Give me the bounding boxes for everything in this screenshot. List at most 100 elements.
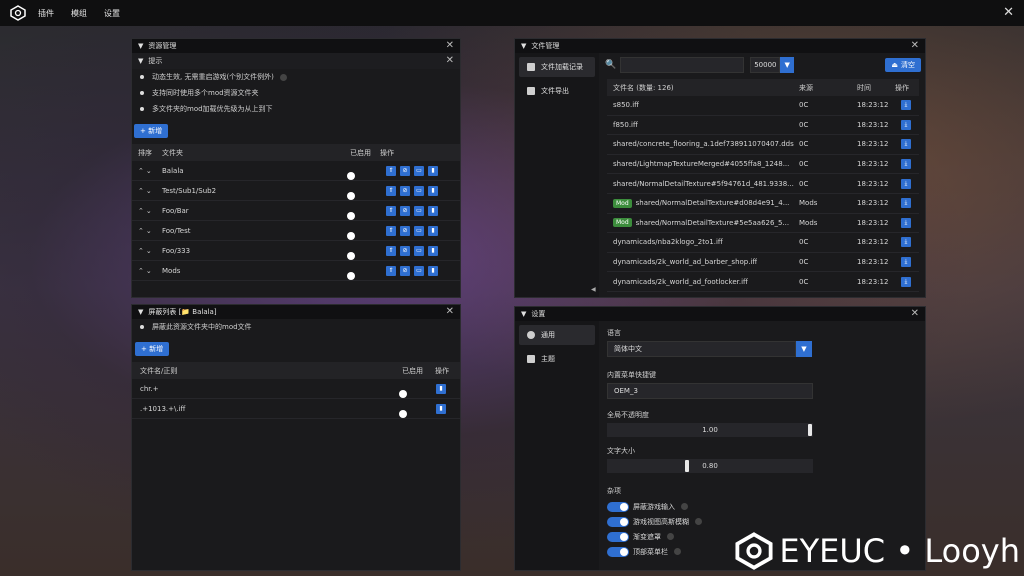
menu-bar: 插件 模组 设置 ✕ [0,0,1024,26]
folder-icon[interactable]: ▭ [414,185,424,196]
option-toggle[interactable] [607,546,629,557]
collapse-icon[interactable]: ▼ [521,42,526,50]
font-size-slider[interactable]: 0.80 [607,459,813,473]
folder-name: Foo/Bar [162,206,189,215]
export-icon[interactable]: ⤓ [901,178,911,189]
export-icon[interactable]: ⤓ [901,276,911,287]
close-icon[interactable]: ✕ [1003,6,1014,19]
export-icon[interactable]: ⤓ [901,100,911,111]
export-icon[interactable]: ⤓ [901,159,911,170]
folder-icon[interactable]: ▭ [414,205,424,216]
table-row: shared/LightmapTextureMerged#4055ffa8_12… [607,155,919,175]
file-source: Mods [799,218,818,227]
eye-off-icon[interactable]: ⊘ [400,265,410,276]
export-icon[interactable]: ⤓ [901,139,911,150]
export-icon[interactable]: ⤓ [901,119,911,130]
folder-icon[interactable]: ▭ [414,245,424,256]
trash-icon[interactable]: ▮ [428,185,438,196]
eye-off-icon[interactable]: ⊘ [400,245,410,256]
eye-off-icon[interactable]: ⊘ [400,185,410,196]
folder-icon[interactable]: ▭ [414,265,424,276]
sort-arrows-icon[interactable]: ⌃⌄ [132,247,162,255]
language-select[interactable]: 简体中文 [607,341,796,357]
collapse-icon[interactable]: ▼ [521,310,526,318]
file-panel-title[interactable]: ▼ 文件管理 [515,39,925,53]
sort-arrows-icon[interactable]: ⌃⌄ [132,187,162,195]
misc-label: 杂项 [607,487,621,495]
sort-arrows-icon[interactable]: ⌃⌄ [132,167,162,175]
opacity-slider[interactable]: 1.00 [607,423,813,437]
resource-panel-title[interactable]: ▼ 资源管理 [132,39,460,53]
trash-icon[interactable]: ▮ [428,205,438,216]
trash-icon[interactable]: ▮ [436,403,446,414]
up-icon[interactable]: ⇑ [386,185,396,196]
row-actions: ⤓ [895,178,917,189]
up-icon[interactable]: ⇑ [386,225,396,236]
up-icon[interactable]: ⇑ [386,165,396,176]
chevron-down-icon[interactable]: ▼ [780,57,795,73]
option-toggle[interactable] [607,531,629,542]
menu-mods[interactable]: 模组 [71,8,87,19]
clear-button[interactable]: ⏏ 清空 [885,58,921,72]
eye-off-icon[interactable]: ⊘ [400,205,410,216]
up-icon[interactable]: ⇑ [386,205,396,216]
add-folder-button[interactable]: + 新增 [134,124,169,138]
tips-header[interactable]: ▼ 提示 ✕ [132,53,460,69]
trash-icon[interactable]: ▮ [428,165,438,176]
list-icon [527,63,535,71]
export-icon[interactable]: ⤓ [901,257,911,268]
table-row: dynamicads/nba2klogo_2to1.iff 0C 18:23:12 ⤓ [607,233,919,253]
slider-handle[interactable] [808,424,812,436]
up-icon[interactable]: ⇑ [386,245,396,256]
close-icon[interactable]: ✕ [446,306,454,317]
folder-icon[interactable]: ▭ [414,225,424,236]
collapse-icon[interactable]: ▼ [138,42,143,50]
trash-icon[interactable]: ▮ [428,265,438,276]
sort-arrows-icon[interactable]: ⌃⌄ [132,227,162,235]
export-icon[interactable]: ⤓ [901,217,911,228]
row-actions: ⤓ [895,100,917,111]
menu-settings[interactable]: 设置 [104,8,120,19]
limit-input[interactable]: 50000 [750,57,781,73]
file-source: 0C [799,160,809,169]
menu-plugins[interactable]: 插件 [38,8,54,19]
sidebar-item-load-log[interactable]: 文件加载记录 [519,57,595,77]
up-icon[interactable]: ⇑ [386,265,396,276]
close-icon[interactable]: ✕ [446,55,454,66]
sidebar-item-theme[interactable]: 主题 [519,349,595,369]
sidebar-item-general[interactable]: 通用 [519,325,595,345]
search-input[interactable] [620,57,745,73]
collapse-icon[interactable]: ▼ [138,308,143,316]
sort-arrows-icon[interactable]: ⌃⌄ [132,207,162,215]
sort-arrows-icon[interactable]: ⌃⌄ [132,267,162,275]
option-toggle[interactable] [607,501,629,512]
block-list-title[interactable]: ▼ 屏蔽列表 [📁 Balala] [132,305,460,319]
sidebar-item-export[interactable]: 文件导出 [519,81,595,101]
option-label: 顶部菜单栏 [633,547,668,556]
settings-panel-title[interactable]: ▼ 设置 [515,307,925,321]
option-toggle[interactable] [607,516,629,527]
file-name-cell: shared/LightmapTextureMerged#4055ffa8_12… [607,160,795,168]
hotkey-field[interactable]: OEM_3 [607,383,813,399]
export-icon[interactable]: ⤓ [901,237,911,248]
folder-name: Mods [162,266,181,275]
trash-icon[interactable]: ▮ [436,383,446,394]
close-icon[interactable]: ✕ [911,40,919,51]
collapse-icon[interactable]: ▼ [138,57,143,65]
file-name-cell: Mod shared/NormalDetailTexture#5e5aa626_5… [607,218,795,228]
add-rule-button[interactable]: + 新增 [135,342,170,356]
export-icon[interactable]: ⤓ [901,198,911,209]
collapse-sidebar-icon[interactable]: ◀ [591,286,596,293]
folder-icon[interactable]: ▭ [414,165,424,176]
file-name-cell: Mod shared/NormalDetailTexture#d08d4e91_4… [607,198,795,208]
slider-handle[interactable] [685,460,689,472]
eye-off-icon[interactable]: ⊘ [400,165,410,176]
eye-off-icon[interactable]: ⊘ [400,225,410,236]
resource-panel: ▼ 资源管理 ✕ ▼ 提示 ✕ 动态生效, 无需重启游戏(个别文件例外) 支持同… [131,38,461,298]
close-icon[interactable]: ✕ [911,308,919,319]
close-icon[interactable]: ✕ [446,40,454,51]
trash-icon[interactable]: ▮ [428,225,438,236]
chevron-down-icon[interactable]: ▼ [796,341,812,357]
help-icon [674,548,681,555]
trash-icon[interactable]: ▮ [428,245,438,256]
